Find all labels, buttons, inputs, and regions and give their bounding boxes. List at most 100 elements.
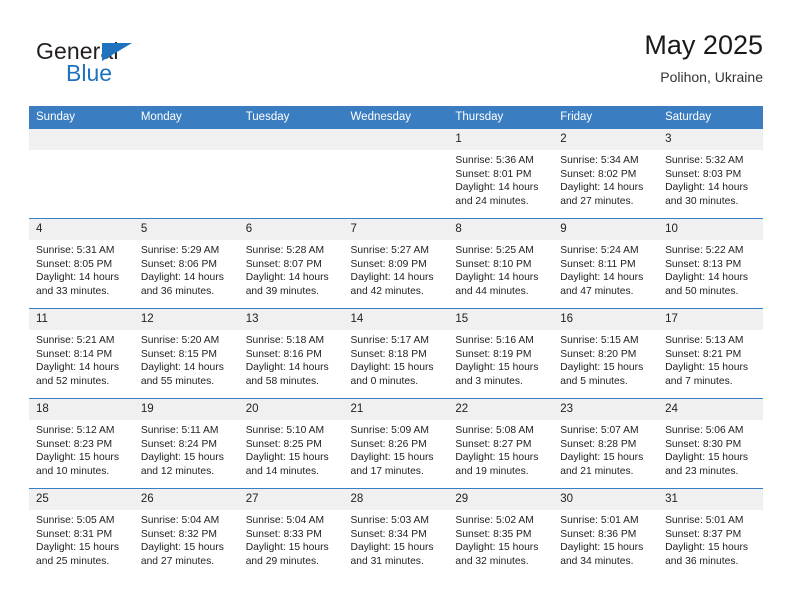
sunset-text: Sunset: 8:36 PM [560,528,637,540]
calendar-day-cell[interactable]: 6 Sunrise: 5:28 AM Sunset: 8:07 PM Daylight… [238,218,344,309]
daylight-text: Daylight: 15 hours and 19 minutes. [455,452,539,477]
daylight-text: Daylight: 15 hours and 14 minutes. [245,452,329,477]
day-details: Sunrise: 5:32 AM Sunset: 8:03 PM Daylight:… [658,150,763,208]
calendar-header-row: Sunday Monday Tuesday Wednesday Thursday Frid… [29,106,763,129]
calendar-day-cell[interactable]: 7 Sunrise: 5:27 AM Sunset: 8:09 PM Daylight… [343,218,449,309]
day-details: Sunrise: 5:31 AM Sunset: 8:05 PM Daylight:… [29,240,134,298]
calendar-day-cell[interactable]: 10 Sunrise: 5:22 AM Sunset: 8:13 PM Dayligh… [658,218,763,309]
calendar-day-cell[interactable]: 19 Sunrise: 5:11 AM Sunset: 8:24 PM Dayligh… [133,398,239,489]
calendar-day-cell[interactable]: 31 Sunrise: 5:01 AM Sunset: 8:37 PM Dayligh… [658,488,763,578]
calendar-day-cell[interactable]: 27 Sunrise: 5:04 AM Sunset: 8:33 PM Dayligh… [238,488,344,578]
day-number: 23 [553,399,659,420]
calendar-day-cell[interactable]: 24 Sunrise: 5:06 AM Sunset: 8:30 PM Dayligh… [658,398,763,489]
sunset-text: Sunset: 8:26 PM [350,438,427,450]
calendar-cell-empty [133,129,239,219]
calendar-day-cell[interactable]: 2 Sunrise: 5:34 AM Sunset: 8:02 PM Daylight… [553,129,659,219]
calendar-day-cell[interactable]: 11 Sunrise: 5:21 AM Sunset: 8:14 PM Dayligh… [29,308,134,399]
sunset-text: Sunset: 8:05 PM [36,258,113,270]
calendar-day-cell[interactable]: 21 Sunrise: 5:09 AM Sunset: 8:26 PM Dayligh… [343,398,449,489]
sunrise-text: Sunrise: 5:01 AM [560,515,639,526]
day-details: Sunrise: 5:10 AM Sunset: 8:25 PM Daylight:… [239,420,344,478]
day-number: 22 [448,399,554,420]
general-blue-logo[interactable]: General Blue [36,38,236,94]
calendar-cell-empty [29,129,134,219]
sunrise-text: Sunrise: 5:10 AM [245,425,325,436]
calendar-day-cell[interactable]: 12 Sunrise: 5:20 AM Sunset: 8:15 PM Dayligh… [133,308,239,399]
calendar-day-cell[interactable]: 26 Sunrise: 5:04 AM Sunset: 8:32 PM Dayligh… [133,488,239,578]
daylight-text: Daylight: 14 hours and 30 minutes. [665,182,749,207]
day-number: 10 [658,219,763,240]
page-header: General Blue May 2025 Polihon, Ukraine [29,28,763,98]
calendar-week-row: 25 Sunrise: 5:05 AM Sunset: 8:31 PM Dayligh… [29,488,763,578]
calendar-day-cell[interactable]: 8 Sunrise: 5:25 AM Sunset: 8:10 PM Daylight… [448,218,554,309]
day-details: Sunrise: 5:29 AM Sunset: 8:06 PM Daylight:… [134,240,239,298]
sunset-text: Sunset: 8:33 PM [245,528,322,540]
sunrise-text: Sunrise: 5:12 AM [36,425,115,436]
day-number: 31 [658,489,763,510]
day-details: Sunrise: 5:05 AM Sunset: 8:31 PM Daylight:… [29,510,134,568]
day-number: 9 [553,219,659,240]
day-number: 5 [133,219,239,240]
day-number [29,129,134,150]
day-details: Sunrise: 5:04 AM Sunset: 8:32 PM Daylight:… [134,510,239,568]
day-details: Sunrise: 5:18 AM Sunset: 8:16 PM Daylight:… [239,330,344,388]
calendar-day-cell[interactable]: 28 Sunrise: 5:03 AM Sunset: 8:34 PM Dayligh… [343,488,449,578]
calendar-day-cell[interactable]: 22 Sunrise: 5:08 AM Sunset: 8:27 PM Dayligh… [448,398,554,489]
day-number: 14 [343,309,449,330]
day-number: 15 [448,309,554,330]
sunset-text: Sunset: 8:34 PM [350,528,427,540]
sunrise-text: Sunrise: 5:11 AM [140,425,219,436]
day-details: Sunrise: 5:04 AM Sunset: 8:33 PM Daylight:… [239,510,344,568]
calendar-day-cell[interactable]: 14 Sunrise: 5:17 AM Sunset: 8:18 PM Dayligh… [343,308,449,399]
day-number: 8 [448,219,554,240]
calendar-day-cell[interactable]: 17 Sunrise: 5:13 AM Sunset: 8:21 PM Dayligh… [658,308,763,399]
sunset-text: Sunset: 8:01 PM [455,168,532,180]
calendar-day-cell[interactable]: 15 Sunrise: 5:16 AM Sunset: 8:19 PM Dayligh… [448,308,554,399]
day-number: 12 [133,309,239,330]
calendar-table: Sunday Monday Tuesday Wednesday Thursday Frid… [29,106,763,578]
calendar-day-cell[interactable]: 25 Sunrise: 5:05 AM Sunset: 8:31 PM Dayligh… [29,488,134,578]
daylight-text: Daylight: 14 hours and 24 minutes. [455,182,539,207]
daylight-text: Daylight: 14 hours and 58 minutes. [245,362,329,387]
calendar-day-cell[interactable]: 13 Sunrise: 5:18 AM Sunset: 8:16 PM Dayligh… [238,308,344,399]
calendar-day-cell[interactable]: 4 Sunrise: 5:31 AM Sunset: 8:05 PM Daylight… [29,218,134,309]
day-details: Sunrise: 5:06 AM Sunset: 8:30 PM Daylight:… [658,420,763,478]
daylight-text: Daylight: 15 hours and 0 minutes. [350,362,434,387]
day-number: 16 [553,309,659,330]
daylight-text: Daylight: 14 hours and 55 minutes. [140,362,224,387]
daylight-text: Daylight: 14 hours and 42 minutes. [350,272,434,297]
day-number: 11 [29,309,134,330]
sunset-text: Sunset: 8:28 PM [560,438,637,450]
calendar-day-cell[interactable]: 16 Sunrise: 5:15 AM Sunset: 8:20 PM Dayligh… [553,308,659,399]
calendar-day-cell[interactable]: 29 Sunrise: 5:02 AM Sunset: 8:35 PM Dayligh… [448,488,554,578]
day-details: Sunrise: 5:01 AM Sunset: 8:36 PM Daylight:… [553,510,658,568]
day-details: Sunrise: 5:09 AM Sunset: 8:26 PM Daylight:… [344,420,449,478]
calendar-day-cell[interactable]: 9 Sunrise: 5:24 AM Sunset: 8:11 PM Daylight… [553,218,659,309]
sunrise-text: Sunrise: 5:34 AM [560,155,639,166]
day-details: Sunrise: 5:22 AM Sunset: 8:13 PM Daylight:… [658,240,763,298]
day-details: Sunrise: 5:28 AM Sunset: 8:07 PM Daylight:… [239,240,344,298]
calendar-day-cell[interactable]: 20 Sunrise: 5:10 AM Sunset: 8:25 PM Dayligh… [238,398,344,489]
sunrise-text: Sunrise: 5:04 AM [245,515,325,526]
page-subtitle: Polihon, Ukraine [660,69,763,85]
calendar-day-cell[interactable]: 30 Sunrise: 5:01 AM Sunset: 8:36 PM Dayligh… [553,488,659,578]
sunset-text: Sunset: 8:13 PM [665,258,742,270]
weekday-header-friday: Friday [553,106,659,129]
daylight-text: Daylight: 15 hours and 10 minutes. [36,452,119,477]
calendar-day-cell[interactable]: 18 Sunrise: 5:12 AM Sunset: 8:23 PM Dayligh… [29,398,134,489]
calendar-day-cell[interactable]: 23 Sunrise: 5:07 AM Sunset: 8:28 PM Dayligh… [553,398,659,489]
day-number: 21 [343,399,449,420]
day-details: Sunrise: 5:08 AM Sunset: 8:27 PM Daylight:… [448,420,553,478]
calendar-day-cell[interactable]: 3 Sunrise: 5:32 AM Sunset: 8:03 PM Daylight… [658,129,763,219]
calendar-day-cell[interactable]: 1 Sunrise: 5:36 AM Sunset: 8:01 PM Daylight… [448,129,554,219]
daylight-text: Daylight: 14 hours and 36 minutes. [140,272,224,297]
calendar-day-cell[interactable]: 5 Sunrise: 5:29 AM Sunset: 8:06 PM Daylight… [133,218,239,309]
day-number [238,129,344,150]
sunrise-text: Sunrise: 5:05 AM [36,515,115,526]
page-title: May 2025 [644,30,763,60]
sunset-text: Sunset: 8:30 PM [665,438,742,450]
sunset-text: Sunset: 8:02 PM [560,168,637,180]
daylight-text: Daylight: 15 hours and 36 minutes. [665,542,749,567]
day-details: Sunrise: 5:03 AM Sunset: 8:34 PM Daylight:… [344,510,449,568]
sunrise-text: Sunrise: 5:21 AM [36,335,115,346]
